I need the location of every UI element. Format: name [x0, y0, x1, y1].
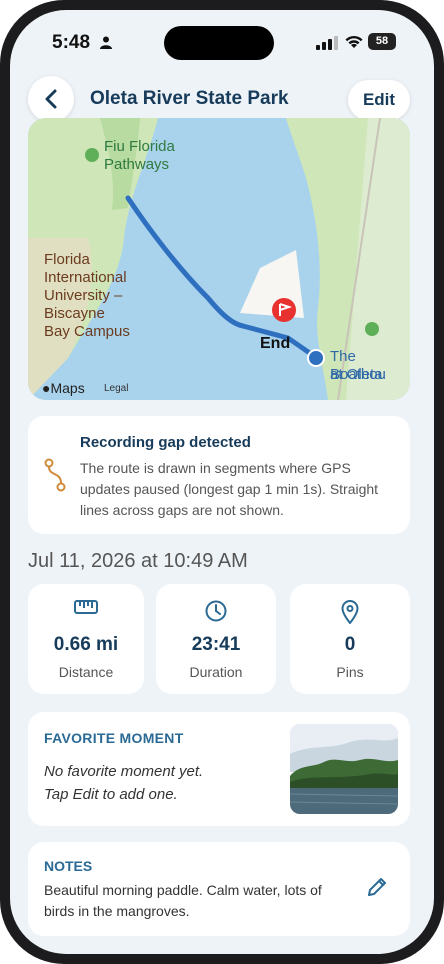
- apple-maps-logo: ●Maps: [42, 380, 85, 396]
- apple-maps-label: Maps: [50, 380, 85, 396]
- pins-value: 0: [344, 634, 356, 655]
- duration-label: Duration: [189, 664, 243, 680]
- back-button[interactable]: [28, 76, 74, 122]
- stat-pins: 0 Pins: [290, 584, 410, 694]
- notes-card: NOTES Beautiful morning paddle. Calm wat…: [28, 842, 410, 936]
- ruler-icon: [74, 600, 98, 614]
- page-title: Oleta River State Park: [90, 88, 289, 109]
- mangrove-photo[interactable]: [290, 724, 398, 814]
- cellular-signal-icon: [316, 36, 338, 50]
- nav-bar: Oleta River State Park Edit: [10, 72, 434, 122]
- map-label-fiu-pathways: Fiu Florida: [104, 138, 175, 155]
- route-map[interactable]: Fiu Florida Pathways Florida Internation…: [28, 118, 410, 400]
- battery-indicator: 58: [368, 33, 396, 50]
- duration-value: 23:41: [191, 634, 241, 655]
- route-segment-icon: [44, 458, 66, 492]
- person-icon: [100, 36, 112, 49]
- stat-distance: 0.66 mi Distance: [28, 584, 144, 694]
- map-label-fiu-pathways-2: Pathways: [104, 156, 170, 173]
- map-label-fiu-campus-3: University –: [44, 287, 123, 304]
- chevron-left-icon: [45, 89, 57, 109]
- map-label-fiu-campus-4: Biscayne: [44, 305, 105, 322]
- favorite-line-1: No favorite moment yet.: [44, 763, 204, 780]
- gap-title: Recording gap detected: [80, 434, 251, 451]
- map-label-boathouse-2: at Oleta: [330, 366, 383, 383]
- pins-label: Pins: [336, 664, 364, 680]
- mangrove-photo-graphic: [290, 724, 398, 814]
- pin-icon: [341, 600, 359, 624]
- stat-duration: 23:41 Duration: [156, 584, 276, 694]
- phone-frame: 5:48 58 Oleta River State Park Edit Fiu …: [0, 0, 444, 964]
- map-label-fiu-campus-1: Florida: [44, 251, 90, 268]
- distance-value: 0.66 mi: [53, 634, 119, 655]
- dynamic-island: [164, 26, 274, 60]
- edit-button[interactable]: Edit: [348, 80, 410, 120]
- recording-gap-card: Recording gap detected The route is draw…: [28, 416, 410, 534]
- gap-body: The route is drawn in segments where GPS…: [80, 460, 379, 518]
- map-end-label: End: [260, 335, 291, 352]
- favorite-title: FAVORITE MOMENT: [44, 730, 184, 746]
- status-bar: 5:48 58: [10, 10, 434, 70]
- favorite-moment-card[interactable]: FAVORITE MOMENT No favorite moment yet. …: [28, 712, 410, 826]
- clock-icon: [205, 600, 227, 622]
- map-label-fiu-campus-2: International: [44, 269, 127, 286]
- favorite-line-2: Tap Edit to add one.: [44, 786, 178, 803]
- screen: 5:48 58 Oleta River State Park Edit Fiu …: [10, 10, 434, 954]
- distance-label: Distance: [58, 664, 114, 680]
- notes-body: Beautiful morning paddle. Calm water, lo…: [44, 882, 322, 919]
- wifi-icon: [345, 35, 363, 48]
- pencil-icon[interactable]: [366, 876, 388, 898]
- map-label-fiu-campus-5: Bay Campus: [44, 323, 130, 340]
- notes-title: NOTES: [44, 858, 93, 874]
- map-legal-link[interactable]: Legal: [104, 383, 128, 394]
- trip-date: Jul 11, 2026 at 10:49 AM: [28, 550, 248, 572]
- status-time: 5:48: [52, 32, 91, 53]
- favorite-body: No favorite moment yet. Tap Edit to add …: [44, 760, 264, 806]
